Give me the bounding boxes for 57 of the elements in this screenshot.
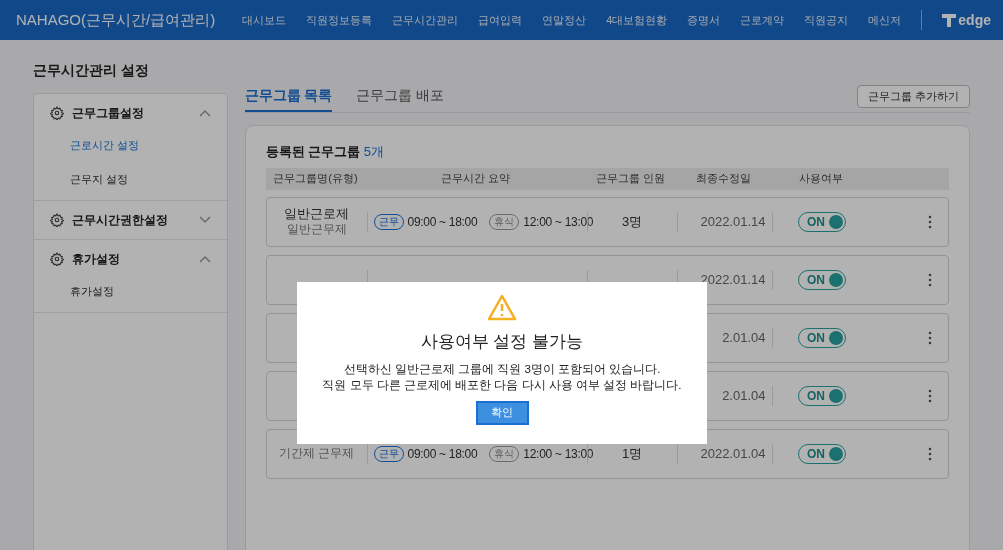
tab[interactable]: 근무그룹 배포 [356,85,445,112]
nav-link[interactable]: 직원정보등록 [306,11,373,29]
nav-link[interactable]: 4대보험현황 [606,11,668,29]
page-title: 근무시간관리 설정 [33,61,150,80]
column-header: 근무그룹 인원 [595,171,667,187]
dialog-message: 선택하신 일반근로제 그룹에 직원 3명이 포함되어 있습니다. 직원 모두 다른 근로제에 배포한 다음 다시 사용 여부 설정 바랍니다. [322,361,682,393]
column-header: 근무그룹명(유형) [272,171,359,187]
work-time: 09:00 ~ 18:00 [407,445,478,463]
sidebar-section[interactable]: 휴가설정 [72,250,120,268]
sidebar-section[interactable]: 근무시간권한설정 [72,211,168,229]
sidebar-section[interactable]: 근무그룹설정 [72,104,144,122]
modified-date: 2022.01.04 [700,444,766,463]
nav-link[interactable]: 근무시간관리 [392,11,459,29]
group-type: 일반근무제 [286,222,347,238]
column-header: 사용여부 [797,171,844,187]
nav-link[interactable]: 메신저 [868,11,902,29]
work-time: 09:00 ~ 18:00 [407,213,478,231]
tab[interactable]: 근무그룹 목록 [244,85,333,112]
dialog-title: 사용여부 설정 불가능 [420,331,584,353]
confirm-button[interactable]: 확인 [475,400,529,425]
modified-date: 2022.01.14 [700,212,766,231]
t-logo-icon [942,13,957,27]
group-name: 일반근로제 [284,205,349,223]
chevron-up-icon[interactable] [198,255,211,263]
more-icon[interactable] [928,214,932,229]
member-count: 1명 [621,444,643,463]
gear-icon [50,213,64,227]
nav-link[interactable]: 증명서 [687,11,721,29]
sidebar-item[interactable]: 근무지 설정 [70,173,129,185]
more-icon[interactable] [928,330,932,345]
nav-link[interactable]: 대시보드 [242,11,287,29]
modified-date: 2.01.04 [722,328,766,347]
group-count: 5개 [363,144,384,159]
modified-date: 2022.01.14 [700,270,766,289]
gear-icon [50,252,64,266]
more-icon[interactable] [928,446,932,461]
nav-link[interactable]: 근로계약 [740,11,785,29]
more-icon[interactable] [928,272,932,287]
sidebar-item[interactable]: 근로시간 설정 [70,139,140,151]
sidebar-item[interactable]: 휴가설정 [70,285,114,297]
group-type: 기간제 근무제 [278,446,355,461]
nav-link[interactable]: 급여입력 [478,11,523,29]
more-icon[interactable] [928,388,932,403]
gear-icon [50,106,64,120]
column-header: 최종수정일 [694,171,752,187]
edge-logo: edge [942,9,991,31]
nav-link[interactable]: 직원공지 [804,11,849,29]
add-group-button[interactable]: 근무그룹 추가하기 [856,85,970,108]
list-heading: 등록된 근무그룹 [265,144,361,159]
modified-date: 2.01.04 [722,386,766,405]
member-count: 3명 [621,212,643,231]
chevron-up-icon[interactable] [198,109,211,117]
column-header: 근무시간 요약 [440,171,512,187]
warning-icon [487,294,517,321]
nav-link[interactable]: 연말정산 [542,11,587,29]
app-title: NAHAGO(근무시간/급여관리) [16,9,216,30]
chevron-down-icon[interactable] [198,216,211,224]
